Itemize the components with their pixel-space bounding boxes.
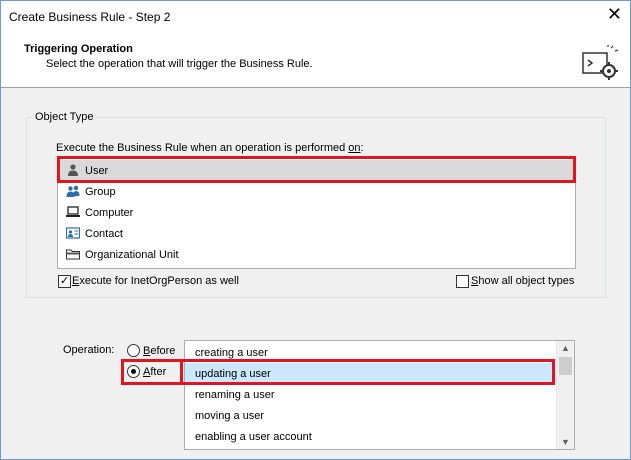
list-item-label: Organizational Unit xyxy=(85,249,179,261)
window-title: Create Business Rule - Step 2 xyxy=(9,10,171,24)
scroll-up-icon[interactable]: ▲ xyxy=(561,343,570,353)
list-item-contact[interactable]: Contact xyxy=(58,223,575,244)
page-title: Triggering Operation xyxy=(24,43,133,55)
list-item-label: Group xyxy=(85,186,116,198)
operation-label: Operation: xyxy=(63,344,115,356)
list-item-computer[interactable]: Computer xyxy=(58,202,575,223)
operation-item-renaming[interactable]: renaming a user xyxy=(185,384,556,405)
before-radio[interactable] xyxy=(127,344,140,357)
contact-icon xyxy=(66,227,80,239)
show-all-object-types-label: Show all object types xyxy=(471,275,575,287)
computer-icon xyxy=(66,206,80,217)
dialog-window: Create Business Rule - Step 2 ✕ Triggeri… xyxy=(0,0,631,460)
inetorgperson-checkbox[interactable]: ✓ xyxy=(58,275,71,288)
before-radio-label: Before xyxy=(143,345,176,357)
operation-list-scrollbar[interactable]: ▲ ▼ xyxy=(556,341,574,449)
operation-item-moving[interactable]: moving a user xyxy=(185,405,556,426)
highlight-after-updating xyxy=(121,359,555,385)
operation-item-label: moving a user xyxy=(195,410,265,422)
scroll-down-icon[interactable]: ▼ xyxy=(561,437,570,447)
page-subtitle: Select the operation that will trigger t… xyxy=(46,58,313,70)
list-item-label: Computer xyxy=(85,207,134,219)
execute-prompt: Execute the Business Rule when an operat… xyxy=(56,142,364,154)
list-item-group[interactable]: Group xyxy=(58,181,575,202)
group-icon xyxy=(66,185,80,197)
show-all-object-types-checkbox[interactable] xyxy=(456,275,469,288)
operation-item-label: creating a user xyxy=(195,347,268,359)
scroll-thumb[interactable] xyxy=(559,357,572,375)
highlight-user xyxy=(57,156,576,183)
operation-item-enabling[interactable]: enabling a user account xyxy=(185,426,556,447)
inetorgperson-label: Execute for InetOrgPerson as well xyxy=(72,275,239,287)
operation-item-label: renaming a user xyxy=(195,389,275,401)
check-icon: ✓ xyxy=(60,275,70,287)
settings-gear-icon xyxy=(582,45,619,80)
list-item-label: Contact xyxy=(85,228,123,240)
operation-list[interactable]: creating a user updating a user renaming… xyxy=(184,340,575,450)
close-icon[interactable]: ✕ xyxy=(607,4,622,25)
title-bar: Create Business Rule - Step 2 ✕ xyxy=(1,1,630,33)
operation-item-label: enabling a user account xyxy=(195,431,312,443)
object-type-legend: Object Type xyxy=(35,111,94,123)
highlight-after-radio xyxy=(121,359,183,385)
list-item-organizational-unit[interactable]: Organizational Unit xyxy=(58,244,575,265)
folder-icon xyxy=(66,249,80,260)
wizard-header: Triggering Operation Select the operatio… xyxy=(1,33,630,88)
